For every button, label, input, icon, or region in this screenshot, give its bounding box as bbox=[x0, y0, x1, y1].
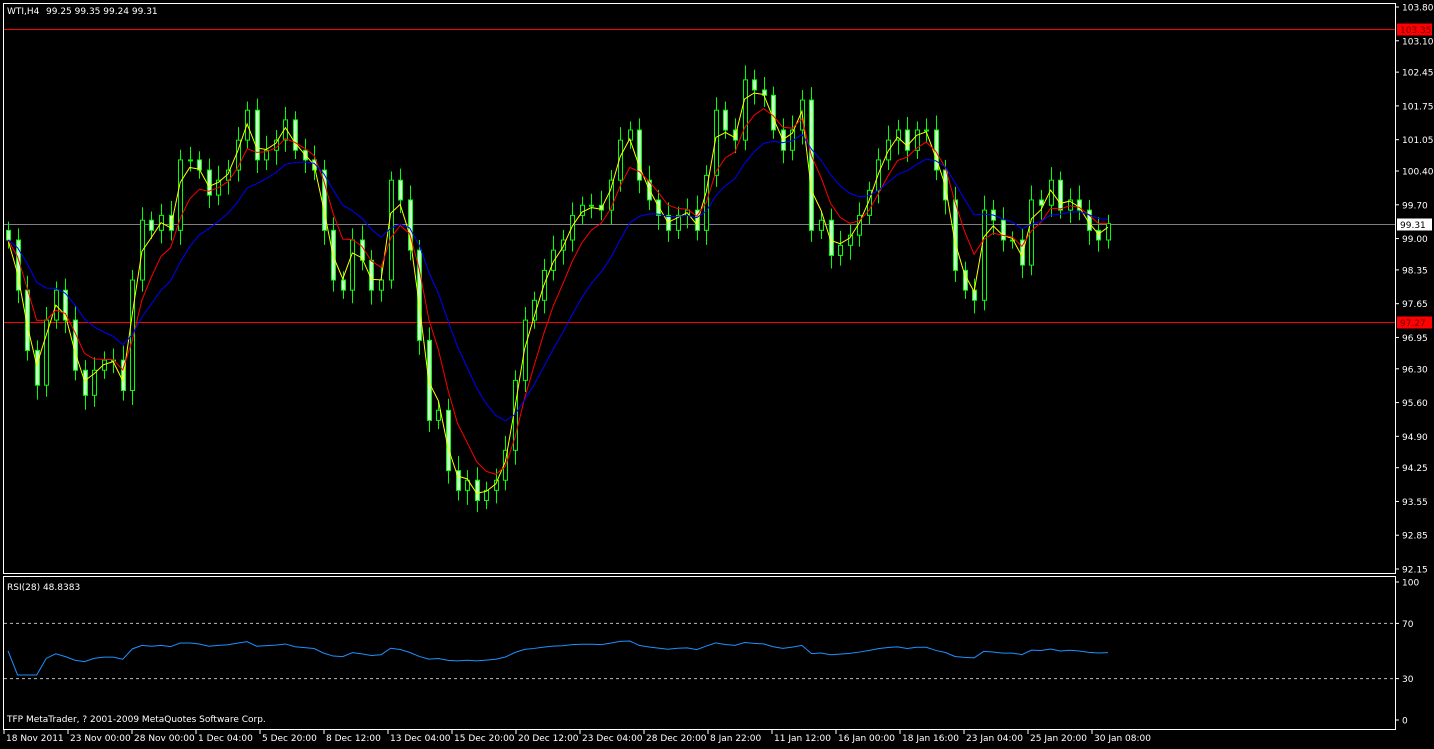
time-tick-label: 5 Dec 20:00 bbox=[262, 734, 317, 744]
candle-body bbox=[1001, 219, 1006, 241]
candle-body bbox=[542, 269, 547, 301]
price-line-label: 103.35 bbox=[1400, 26, 1432, 36]
price-tick-label: 98.35 bbox=[1402, 266, 1428, 276]
time-tick-label: 8 Dec 12:00 bbox=[326, 734, 381, 744]
candle-body bbox=[656, 199, 661, 216]
candle-body bbox=[83, 369, 88, 396]
ohlc-readout: 99.25 99.35 99.24 99.31 bbox=[46, 7, 158, 17]
candle-body bbox=[341, 279, 346, 291]
candle-body bbox=[752, 79, 757, 91]
rsi-tick-label: 100 bbox=[1402, 579, 1419, 589]
time-tick-label: 13 Dec 04:00 bbox=[390, 734, 451, 744]
price-tick-label: 100.40 bbox=[1402, 168, 1434, 178]
candle-body bbox=[178, 159, 183, 231]
candle-body bbox=[982, 209, 987, 301]
candle-body bbox=[436, 409, 441, 421]
rsi-tick-label: 30 bbox=[1402, 675, 1414, 685]
time-tick-label: 18 Nov 2011 bbox=[6, 734, 64, 744]
time-tick-label: 20 Dec 12:00 bbox=[518, 734, 579, 744]
candle-body bbox=[628, 129, 633, 141]
price-tick-label: 95.60 bbox=[1402, 399, 1428, 409]
price-tick-label: 99.00 bbox=[1402, 235, 1428, 245]
time-tick-label: 28 Dec 20:00 bbox=[646, 734, 707, 744]
candle-body bbox=[924, 129, 929, 132]
price-tick-label: 92.15 bbox=[1402, 566, 1428, 576]
price-tick-label: 94.90 bbox=[1402, 433, 1428, 443]
candle-body bbox=[389, 179, 394, 281]
candle bbox=[389, 171, 394, 289]
candle-body bbox=[35, 349, 40, 386]
price-tick-label: 101.05 bbox=[1402, 136, 1434, 146]
candle bbox=[982, 195, 987, 311]
candle-body bbox=[149, 219, 154, 231]
price-tick-label: 93.55 bbox=[1402, 498, 1428, 508]
time-tick-label: 28 Nov 00:00 bbox=[134, 734, 195, 744]
candle-body bbox=[379, 279, 384, 291]
candle-body bbox=[1087, 209, 1092, 231]
candle-body bbox=[809, 99, 814, 231]
candle bbox=[178, 149, 183, 245]
candle-body bbox=[398, 179, 403, 201]
time-tick-label: 15 Dec 20:00 bbox=[454, 734, 515, 744]
copyright-text: TFP MetaTrader, ? 2001-2009 MetaQuotes S… bbox=[6, 715, 266, 725]
price-tick-label: 96.30 bbox=[1402, 365, 1428, 375]
time-tick-label: 18 Jan 16:00 bbox=[902, 734, 959, 744]
time-tick-label: 30 Jan 08:00 bbox=[1094, 734, 1151, 744]
candle-body bbox=[188, 159, 193, 162]
time-tick-label: 16 Jan 00:00 bbox=[838, 734, 895, 744]
price-tick-label: 103.10 bbox=[1402, 37, 1434, 47]
candle-body bbox=[446, 409, 451, 472]
candle-body bbox=[6, 229, 11, 241]
candle-body bbox=[1106, 223, 1111, 241]
candle-body bbox=[838, 244, 843, 256]
price-tick-label: 92.85 bbox=[1402, 532, 1428, 542]
price-tick-label: 99.70 bbox=[1402, 201, 1428, 211]
candle-body bbox=[1058, 179, 1063, 211]
time-tick-label: 8 Jan 22:00 bbox=[710, 734, 762, 744]
candle-body bbox=[723, 109, 728, 131]
rsi-tick-label: 0 bbox=[1402, 717, 1408, 727]
candle-body bbox=[819, 219, 824, 231]
candle-body bbox=[666, 214, 671, 231]
time-tick-label: 25 Jan 20:00 bbox=[1030, 734, 1087, 744]
candle bbox=[809, 87, 814, 242]
rsi-label: RSI(28) 48.8383 bbox=[7, 583, 80, 593]
candle-body bbox=[1039, 199, 1044, 206]
candle-body bbox=[73, 319, 78, 371]
price-tick-label: 97.65 bbox=[1402, 300, 1428, 310]
rsi-tick-label: 70 bbox=[1402, 620, 1414, 630]
candle-body bbox=[743, 79, 748, 141]
time-tick-label: 11 Jan 12:00 bbox=[774, 734, 831, 744]
price-line-label: 99.31 bbox=[1400, 221, 1426, 231]
candle-body bbox=[905, 129, 910, 151]
candle-body bbox=[589, 204, 594, 207]
price-tick-label: 94.25 bbox=[1402, 464, 1428, 474]
candle-body bbox=[781, 129, 786, 151]
candle-body bbox=[876, 159, 881, 191]
candle-body bbox=[350, 239, 355, 291]
candle-body bbox=[771, 94, 776, 131]
candle bbox=[513, 370, 518, 465]
price-line-label: 97.27 bbox=[1400, 319, 1426, 329]
time-tick-label: 23 Dec 04:00 bbox=[582, 734, 643, 744]
time-tick-label: 23 Nov 00:00 bbox=[70, 734, 131, 744]
price-tick-label: 103.80 bbox=[1402, 4, 1434, 14]
candle-body bbox=[427, 339, 432, 421]
chart-window: 100 70 30 0 103.80 103.10 102.45 101.75 101.05 1… bbox=[0, 0, 1434, 745]
time-tick-label: 1 Dec 04:00 bbox=[198, 734, 253, 744]
price-tick-label: 101.75 bbox=[1402, 102, 1434, 112]
symbol-timeframe: WTI,H4 bbox=[7, 7, 40, 17]
candle bbox=[140, 207, 145, 292]
candle-body bbox=[475, 479, 480, 501]
price-tick-label: 96.95 bbox=[1402, 334, 1428, 344]
time-tick-label: 23 Jan 04:00 bbox=[966, 734, 1023, 744]
price-tick-label: 102.45 bbox=[1402, 69, 1434, 79]
